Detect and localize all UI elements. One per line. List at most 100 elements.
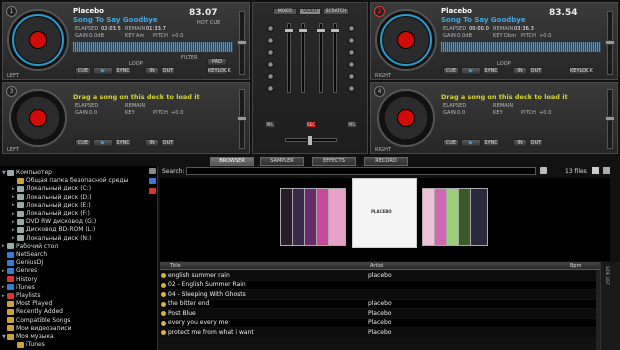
album-cover[interactable] [328,188,346,246]
gain-label: GAIN [75,33,88,39]
pitch-slider-4[interactable] [605,89,615,149]
mixer-panel: MIXER VIDEO SCRATCH PFL REC PFL [252,2,368,154]
pitch-value: +0.0 [539,110,552,116]
album-cover-selected[interactable]: PLACEBO [352,178,417,248]
waveform-1[interactable] [73,42,233,52]
tab-scratch[interactable]: SCRATCH [323,8,349,15]
tab-mixer[interactable]: MIXER [273,8,297,15]
album-cover[interactable] [470,188,488,246]
eq-knob[interactable] [267,73,274,80]
pfl-button-1[interactable]: PFL [265,121,275,128]
eq-knob[interactable] [348,61,355,68]
side-list-panel[interactable]: SIDE LIST [600,262,620,350]
search-options-icon[interactable] [540,167,547,174]
view-list-icon[interactable] [603,167,610,174]
track-artist: Placebo [441,7,472,15]
remain-label: REMAIN [493,103,514,109]
tab-record[interactable]: RECORD [364,157,408,166]
eq-knob[interactable] [267,85,274,92]
jog-wheel-1[interactable] [7,9,69,71]
deck-4: 4 RIGHT Drag a song on this deck to load… [370,82,618,154]
eq-knob[interactable] [348,73,355,80]
eq-knob[interactable] [348,37,355,44]
pitch-slider-1[interactable] [237,11,247,75]
sync-button-3[interactable]: SYNC [115,139,131,147]
add-folder-icon[interactable] [149,168,156,174]
cue-button-4[interactable]: CUE [443,139,459,147]
coverflow[interactable]: PLACEBO [160,178,610,261]
tab-effects[interactable]: EFFECTS [312,157,356,166]
cue-button-1[interactable]: CUE [75,67,91,75]
deck-number-2[interactable]: 2 [374,6,385,17]
jog-wheel-3[interactable] [9,89,67,147]
table-scrollbar[interactable] [596,270,600,350]
loop-in-button-1[interactable]: IN [145,67,159,75]
eq-knob[interactable] [267,49,274,56]
channel-fader-1[interactable] [284,23,294,93]
table-row[interactable]: protect me from what i want Placebo [160,328,600,337]
pitch-slider-3[interactable] [237,89,247,149]
table-row[interactable]: 04 - Sleeping With Ghosts [160,290,600,299]
play-button-1[interactable]: ▶ [93,67,113,75]
table-row[interactable]: 02 - English Summer Rain [160,280,600,289]
eq-knob[interactable] [267,25,274,32]
cue-button-3[interactable]: CUE [75,139,91,147]
play-button-3[interactable]: ▶ [93,139,113,147]
tree-item[interactable]: iTunes [12,340,45,349]
channel-fader-2[interactable] [298,23,308,93]
play-button-4[interactable]: ▶ [461,139,481,147]
table-row[interactable]: every you every me Placebo [160,318,600,327]
loop-in-button-3[interactable]: IN [145,139,159,147]
rec-button[interactable]: REC [306,121,316,128]
eq-knob[interactable] [267,61,274,68]
eq-knob[interactable] [267,37,274,44]
tree-item-label: NetSearch [16,251,48,258]
channel-fader-3[interactable] [316,23,326,93]
tab-sampler[interactable]: SAMPLER [260,157,304,166]
tab-browser[interactable]: BROWSER [210,157,254,166]
cue-button-2[interactable]: CUE [443,67,459,75]
column-bpm[interactable]: Bpm [570,263,581,269]
sync-button-4[interactable]: SYNC [483,139,499,147]
pfl-button-2[interactable]: PFL [347,121,357,128]
table-row[interactable]: english summer rain placebo [160,271,600,280]
keylock-button-2[interactable]: KEYLOCK [569,67,593,75]
loop-in-button-2[interactable]: IN [513,67,527,75]
deck-number-1[interactable]: 1 [6,6,17,17]
pitch-slider-2[interactable] [605,11,615,75]
play-button-2[interactable]: ▶ [461,67,481,75]
jog-wheel-4[interactable] [377,89,435,147]
sync-button-2[interactable]: SYNC [483,67,499,75]
eq-knob[interactable] [348,25,355,32]
drive-icon [17,194,24,201]
loop-out-button-4[interactable]: OUT [529,139,543,147]
tree-item-label: History [16,275,38,283]
sync-button-1[interactable]: SYNC [115,67,131,75]
netsearch-icon [7,251,14,258]
channel-fader-4[interactable] [330,23,340,93]
eq-knob[interactable] [348,49,355,56]
drive-icon [17,185,24,192]
keylock-button-1[interactable]: KEYLOCK [207,67,231,75]
table-row[interactable]: the bitter end placebo [160,299,600,308]
view-mode-icon[interactable] [592,167,599,174]
waveform-2[interactable] [441,42,601,52]
tab-video[interactable]: VIDEO [299,8,321,15]
table-row[interactable]: Post Blue Placebo [160,309,600,318]
deck-number-3[interactable]: 3 [6,86,17,97]
jog-wheel-2[interactable] [375,9,437,71]
crossfader[interactable] [285,135,337,146]
column-title[interactable]: Title [170,263,181,269]
loop-out-button-2[interactable]: OUT [529,67,543,75]
loop-out-button-3[interactable]: OUT [161,139,175,147]
deck-number-4[interactable]: 4 [374,86,385,97]
playlist-add-icon[interactable] [149,188,156,194]
loop-in-button-4[interactable]: IN [513,139,527,147]
eq-knob[interactable] [348,85,355,92]
pad-button-1[interactable]: PAD [207,58,227,66]
computer-icon [7,169,14,176]
column-artist[interactable]: Artist [370,263,383,269]
smart-folder-icon[interactable] [149,178,156,184]
search-input[interactable] [186,167,536,175]
loop-out-button-1[interactable]: OUT [161,67,175,75]
